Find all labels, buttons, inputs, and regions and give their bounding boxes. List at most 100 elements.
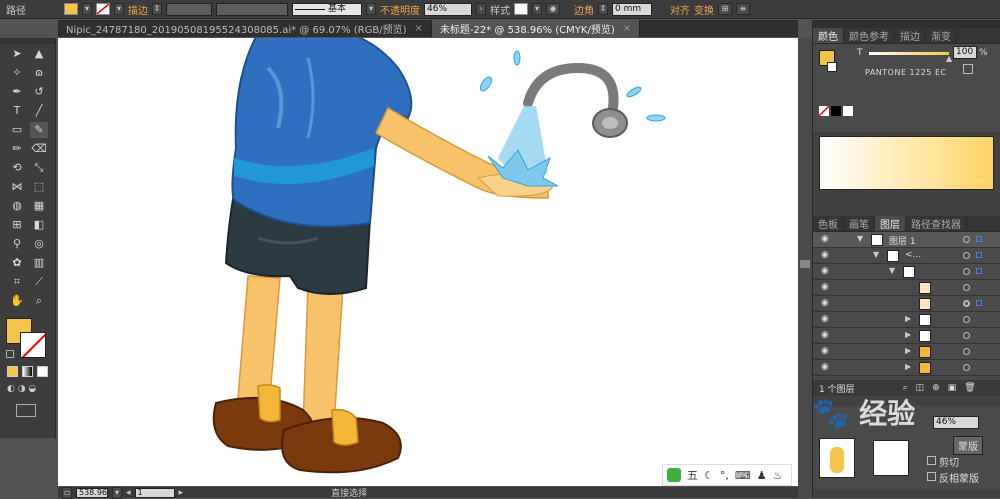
stroke-weight-field[interactable] xyxy=(166,2,212,16)
graph-tool-icon[interactable]: ▥ xyxy=(30,255,48,271)
rectangle-tool-icon[interactable]: ▭ xyxy=(8,122,26,138)
line-tool-icon[interactable]: ╱ xyxy=(30,103,48,119)
canvas-scrollbar[interactable] xyxy=(798,38,812,498)
user-icon[interactable]: ♟ xyxy=(757,469,767,482)
tab-swatches[interactable]: 色板 xyxy=(813,216,844,231)
style-swatch[interactable] xyxy=(514,3,528,15)
target-icon[interactable] xyxy=(963,236,970,243)
fill-dropdown[interactable]: ▾ xyxy=(82,3,92,15)
eye-icon[interactable]: ◉ xyxy=(821,266,833,277)
eye-icon[interactable]: ◉ xyxy=(821,234,833,245)
selection-indicator[interactable] xyxy=(976,252,982,258)
target-icon[interactable] xyxy=(963,252,970,259)
expand-arrow-icon[interactable]: ▶ xyxy=(905,314,911,323)
target-icon[interactable] xyxy=(963,300,970,307)
fill-swatch[interactable] xyxy=(64,3,78,15)
tab-brushes[interactable]: 画笔 xyxy=(844,216,875,231)
zoom-field[interactable]: 538.96 xyxy=(76,487,108,498)
eye-icon[interactable]: ◉ xyxy=(821,314,833,325)
stroke-label[interactable]: 描边 xyxy=(128,2,148,17)
layer-row[interactable]: ◉ ▶ xyxy=(813,312,1000,328)
hand-tool-icon[interactable]: ✋ xyxy=(8,293,26,309)
align-label[interactable]: 对齐 xyxy=(670,2,690,17)
drawing-modes-icon[interactable]: ◐ ◑ ◒ xyxy=(7,384,47,396)
paintbrush-tool-icon[interactable]: ✎ xyxy=(30,122,48,138)
pencil-tool-icon[interactable]: ✏ xyxy=(8,141,26,157)
eyedropper-icon[interactable]: ⚲ xyxy=(8,236,26,252)
tab-layers[interactable]: 图层 xyxy=(875,216,906,231)
tint-field[interactable]: 100 xyxy=(953,46,977,59)
curvature-tool-icon[interactable]: ↺ xyxy=(30,84,48,100)
layer-name[interactable]: 图层 1 xyxy=(889,234,916,247)
tab-gradient[interactable]: 渐变 xyxy=(926,28,957,43)
layer-row[interactable]: ◉ ▶ xyxy=(813,344,1000,360)
none-color-icon[interactable] xyxy=(819,106,829,116)
none-mode-icon[interactable] xyxy=(37,366,48,377)
isolate-icon[interactable]: ⊞ xyxy=(718,3,732,15)
layer-name[interactable]: <... xyxy=(905,250,921,260)
status-options-icon[interactable]: ▭ xyxy=(62,486,72,499)
expand-arrow-icon[interactable]: ▼ xyxy=(889,266,895,275)
eye-icon[interactable]: ◉ xyxy=(821,250,833,261)
layer-row[interactable]: ◉ ▶ xyxy=(813,328,1000,344)
next-artboard-icon[interactable]: ▸ xyxy=(179,488,184,498)
invert-mask-checkbox[interactable] xyxy=(927,472,936,481)
stroke-mini-swatch[interactable] xyxy=(827,62,837,72)
target-icon[interactable] xyxy=(963,316,970,323)
recolor-icon[interactable]: ◉ xyxy=(546,3,560,15)
direct-selection-tool-icon[interactable]: ▲ xyxy=(30,46,48,62)
eye-icon[interactable]: ◉ xyxy=(821,346,833,357)
type-tool-icon[interactable]: T xyxy=(8,103,26,119)
expand-arrow-icon[interactable]: ▶ xyxy=(905,330,911,339)
free-transform-icon[interactable]: ⬚ xyxy=(30,179,48,195)
layer-row[interactable]: ◉ xyxy=(813,296,1000,312)
opacity-label[interactable]: 不透明度 xyxy=(380,2,420,17)
blend-tool-icon[interactable]: ◎ xyxy=(30,236,48,252)
expand-arrow-icon[interactable]: ▶ xyxy=(905,346,911,355)
white-color-icon[interactable] xyxy=(843,106,853,116)
expand-arrow-icon[interactable]: ▶ xyxy=(905,362,911,371)
symbol-sprayer-icon[interactable]: ✿ xyxy=(8,255,26,271)
target-icon[interactable] xyxy=(963,348,970,355)
opacity-dropdown[interactable]: › xyxy=(476,3,486,15)
tab-stroke[interactable]: 描边 xyxy=(895,28,926,43)
target-icon[interactable] xyxy=(963,364,970,371)
expand-arrow-icon[interactable]: ▼ xyxy=(857,234,863,243)
eye-icon[interactable]: ◉ xyxy=(821,330,833,341)
scale-tool-icon[interactable]: ⤡ xyxy=(30,160,48,176)
artboard-canvas[interactable] xyxy=(58,38,798,486)
slice-tool-icon[interactable]: ⟋ xyxy=(30,274,48,290)
layer-row[interactable]: ◉ ▼ 图层 1 xyxy=(813,232,1000,248)
tab-color[interactable]: 颜色 xyxy=(813,28,844,43)
keyboard-icon[interactable]: ⌨ xyxy=(735,469,751,482)
transform-label[interactable]: 变换 xyxy=(694,2,714,17)
selection-indicator[interactable] xyxy=(976,268,982,274)
corner-label[interactable]: 边角 xyxy=(574,2,594,17)
tab-color-guide[interactable]: 颜色参考 xyxy=(844,28,895,43)
style-dropdown[interactable]: ▾ xyxy=(532,3,542,15)
zoom-dropdown[interactable]: ▾ xyxy=(112,486,122,499)
layer-row[interactable]: ◉ ▼ <... xyxy=(813,248,1000,264)
prev-artboard-icon[interactable]: ◂ xyxy=(126,488,131,498)
tint-slider[interactable] xyxy=(869,52,949,55)
clothes-icon[interactable]: ♨ xyxy=(773,469,783,482)
screen-mode-icon[interactable] xyxy=(16,404,36,417)
layer-row[interactable]: ◉ ▶ xyxy=(813,360,1000,376)
eye-icon[interactable]: ◉ xyxy=(821,282,833,293)
lasso-icon[interactable]: ɷ xyxy=(30,65,48,81)
punctuation-icon[interactable]: °, xyxy=(720,469,729,482)
close-icon[interactable]: × xyxy=(623,23,631,34)
shape-builder-icon[interactable]: ◍ xyxy=(8,198,26,214)
stroke-swatch[interactable] xyxy=(96,3,110,15)
target-icon[interactable] xyxy=(963,268,970,275)
tab-pathfinder[interactable]: 路径查找器 xyxy=(906,216,967,231)
width-tool-icon[interactable]: ⋈ xyxy=(8,179,26,195)
color-mode-icon[interactable] xyxy=(7,366,18,377)
zoom-tool-icon[interactable]: ⌕ xyxy=(30,293,48,309)
ime-mode-label[interactable]: 五 xyxy=(687,467,698,483)
rotate-tool-icon[interactable]: ⟲ xyxy=(8,160,26,176)
layer-row[interactable]: ◉ ▼ xyxy=(813,264,1000,280)
perspective-grid-icon[interactable]: ▦ xyxy=(30,198,48,214)
eraser-tool-icon[interactable]: ⌫ xyxy=(30,141,48,157)
stroke-weight-stepper[interactable]: ⇕ xyxy=(152,3,162,15)
